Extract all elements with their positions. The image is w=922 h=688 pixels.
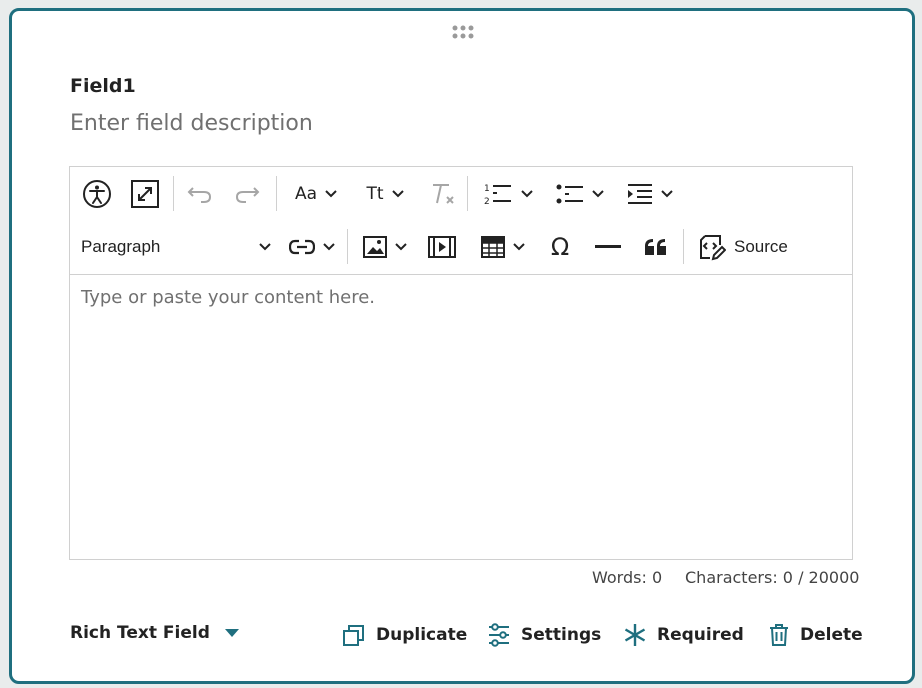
chevron-down-icon	[592, 190, 604, 198]
editor-content-area[interactable]: Type or paste your content here.	[81, 287, 375, 308]
numbered-list-dropdown[interactable]: 1 2	[476, 179, 540, 209]
table-dropdown[interactable]	[475, 231, 531, 263]
trash-icon	[770, 624, 788, 646]
source-button[interactable]: Source	[698, 231, 802, 263]
editor-toolbar: Aa Tt 1 2 Paragraph Ω Source	[70, 167, 852, 275]
source-label: Source	[734, 237, 788, 256]
redo-button[interactable]	[230, 179, 264, 209]
svg-text:1: 1	[484, 184, 490, 194]
field-title[interactable]: Field1	[70, 75, 136, 97]
required-label: Required	[657, 625, 744, 645]
drag-handle-icon[interactable]	[451, 24, 477, 40]
table-icon	[481, 236, 505, 258]
chevron-down-icon	[391, 190, 404, 198]
undo-button[interactable]	[183, 179, 217, 209]
toolbar-separator	[683, 229, 684, 264]
text-transform-dropdown[interactable]: Tt	[356, 179, 414, 209]
paragraph-style-label: Paragraph	[81, 237, 161, 256]
toolbar-separator	[276, 176, 277, 211]
block-quote-button[interactable]	[638, 231, 674, 263]
fullscreen-icon	[131, 180, 159, 208]
bulleted-list-dropdown[interactable]	[548, 179, 612, 209]
settings-button[interactable]: Settings	[487, 623, 601, 647]
media-icon	[428, 236, 456, 258]
word-count: Words: 0	[592, 568, 663, 587]
indent-icon	[628, 184, 652, 204]
settings-sliders-icon	[489, 623, 509, 647]
toolbar-separator	[467, 176, 468, 211]
toolbar-separator	[347, 229, 348, 264]
chevron-down-icon	[395, 243, 407, 251]
duplicate-button[interactable]: Duplicate	[342, 623, 467, 647]
horizontal-line-button[interactable]	[590, 231, 626, 263]
redo-icon	[235, 187, 260, 203]
font-size-label: Aa	[294, 184, 318, 204]
field-description-input[interactable]: Enter field description	[70, 111, 313, 136]
character-count: Characters: 0 / 20000	[685, 568, 860, 587]
chevron-down-icon	[521, 190, 533, 198]
image-dropdown[interactable]	[357, 231, 413, 263]
quote-icon	[645, 239, 666, 255]
delete-button[interactable]: Delete	[768, 623, 863, 647]
remove-format-icon	[433, 184, 454, 204]
numbered-list-icon: 1 2	[484, 184, 511, 206]
link-icon	[289, 239, 315, 255]
undo-icon	[187, 187, 212, 203]
svg-text:2: 2	[484, 197, 490, 206]
asterisk-icon	[624, 624, 646, 646]
accessibility-button[interactable]	[80, 178, 114, 210]
delete-label: Delete	[800, 625, 863, 645]
indent-dropdown[interactable]	[620, 179, 680, 209]
required-toggle[interactable]: Required	[623, 623, 744, 647]
toolbar-separator	[173, 176, 174, 211]
field-type-label: Rich Text Field	[70, 623, 210, 643]
chevron-down-icon	[325, 190, 337, 198]
duplicate-label: Duplicate	[376, 625, 468, 645]
link-dropdown[interactable]	[284, 231, 340, 263]
fullscreen-button[interactable]	[128, 178, 162, 210]
bulleted-list-icon	[556, 184, 583, 204]
accessibility-icon	[83, 180, 111, 208]
font-size-dropdown[interactable]: Aa	[285, 179, 347, 209]
chevron-down-icon	[513, 243, 525, 251]
rich-text-editor: Aa Tt 1 2 Paragraph Ω Source Type or pas…	[69, 166, 853, 560]
field-card: Field1 Enter field description Aa Tt 1 2…	[9, 8, 915, 684]
field-type-dropdown[interactable]: Rich Text Field	[70, 623, 250, 643]
omega-icon: Ω	[550, 233, 570, 261]
text-transform-label: Tt	[366, 184, 384, 204]
remove-format-button[interactable]	[426, 179, 460, 209]
chevron-down-icon	[661, 190, 673, 198]
media-embed-button[interactable]	[424, 231, 460, 263]
chevron-down-icon	[259, 243, 271, 251]
special-characters-button[interactable]: Ω	[542, 231, 578, 263]
settings-label: Settings	[521, 625, 602, 645]
paragraph-style-dropdown[interactable]: Paragraph	[81, 231, 271, 263]
source-code-icon	[700, 235, 726, 261]
caret-down-icon	[224, 629, 239, 637]
duplicate-icon	[343, 625, 364, 646]
chevron-down-icon	[323, 243, 335, 251]
image-icon	[363, 236, 387, 258]
horizontal-line-icon	[595, 245, 621, 248]
